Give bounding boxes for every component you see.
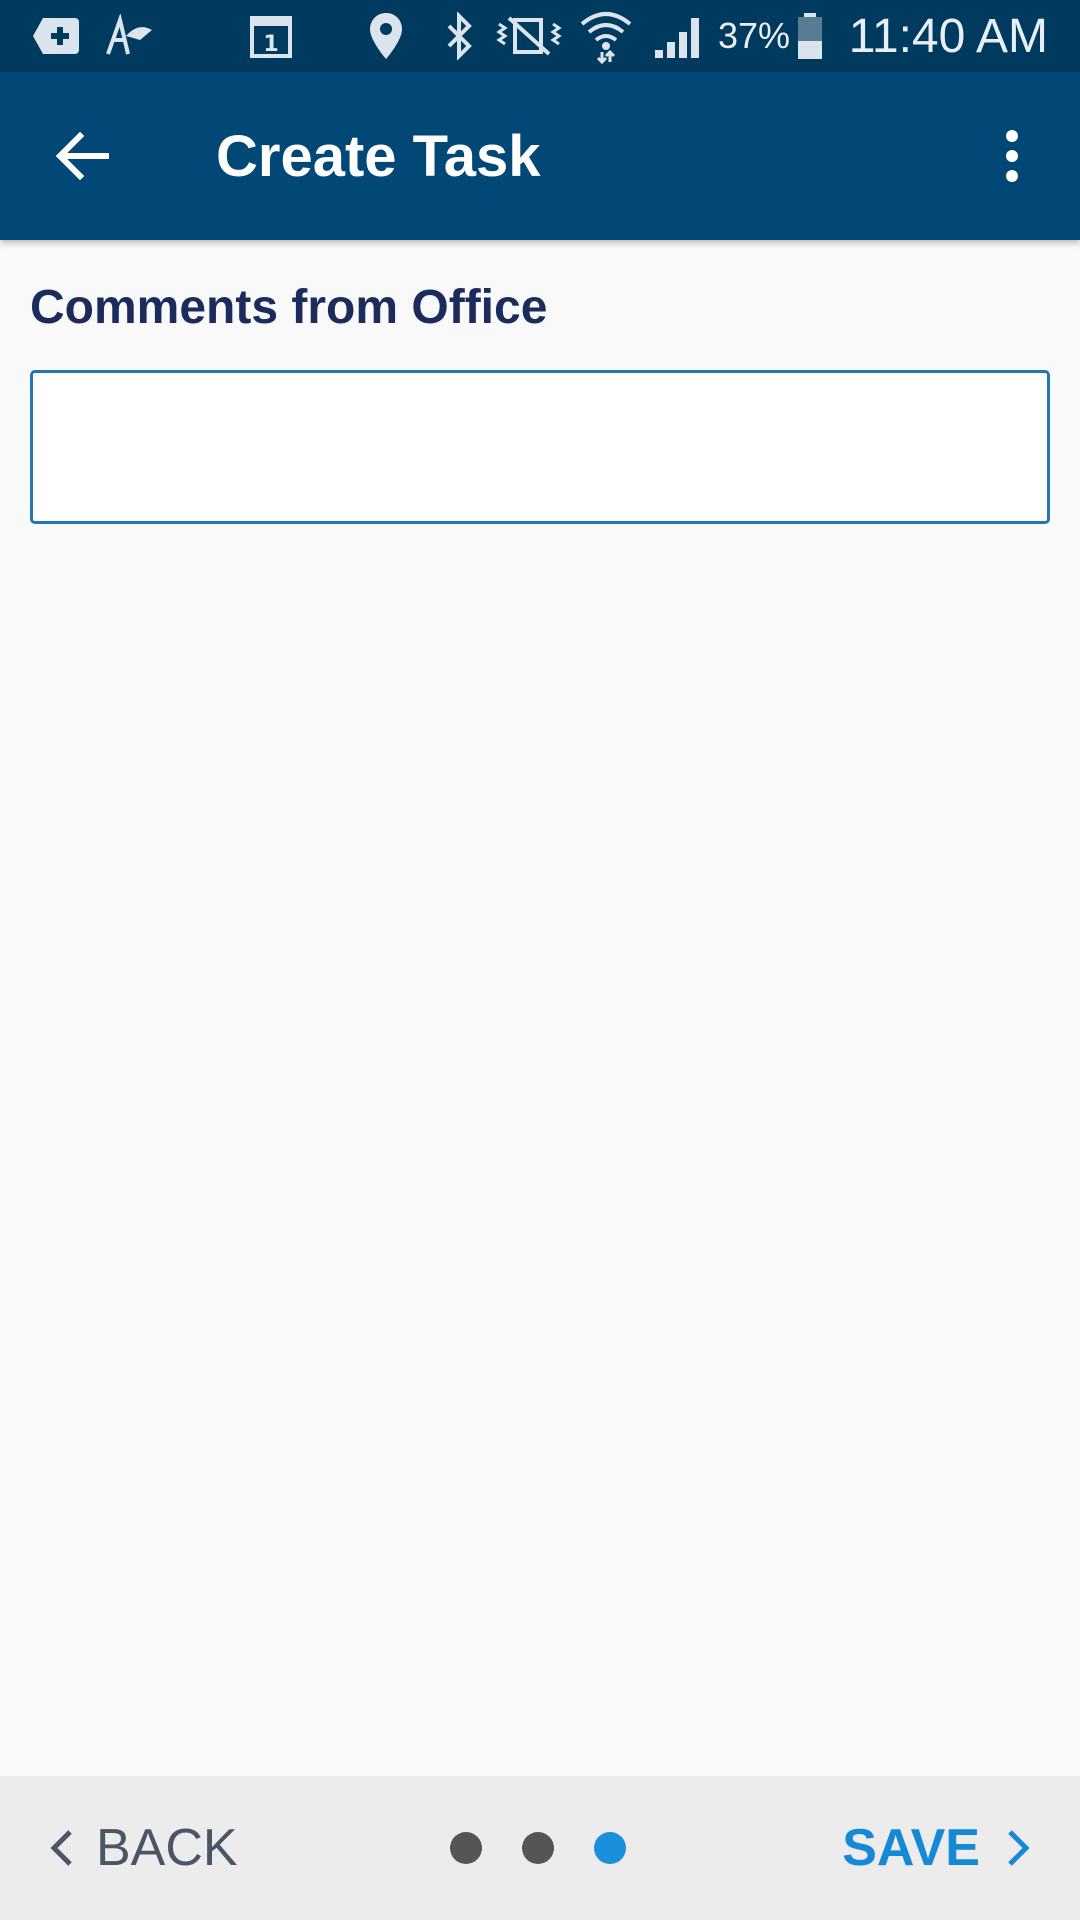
save-button-label: SAVE: [842, 1819, 980, 1877]
chevron-left-icon: [50, 1828, 74, 1868]
location-icon: [366, 0, 406, 72]
status-time: 11:40 AM: [848, 9, 1048, 63]
comments-input[interactable]: [30, 370, 1050, 524]
pen-icon: [100, 0, 160, 72]
chevron-right-icon: [1006, 1828, 1030, 1868]
back-button-label: BACK: [96, 1819, 238, 1877]
page-title: Create Task: [216, 123, 541, 189]
overflow-menu-icon[interactable]: [970, 114, 1054, 198]
back-button[interactable]: BACK: [50, 1776, 238, 1920]
bottom-nav-bar: BACK SAVE: [0, 1776, 1080, 1920]
page-indicator: [450, 1776, 626, 1920]
back-arrow-icon[interactable]: [40, 114, 124, 198]
save-button[interactable]: SAVE: [842, 1776, 1030, 1920]
page-dot-3: [594, 1832, 626, 1864]
page-dot-1: [450, 1832, 482, 1864]
signal-icon: [652, 0, 704, 72]
wifi-icon: [578, 0, 634, 72]
form-content: Comments from Office: [0, 240, 1080, 1776]
calendar-icon: 1: [246, 0, 296, 72]
battery-percent: 37%: [718, 15, 791, 56]
app-bar: Create Task: [0, 72, 1080, 240]
battery-icon: [794, 0, 826, 72]
status-bar: 1 37% 11:40 AM: [0, 0, 1080, 72]
bluetooth-icon: [440, 0, 480, 72]
page-dot-2: [522, 1832, 554, 1864]
add-photo-icon: [26, 0, 86, 72]
comments-label: Comments from Office: [30, 281, 548, 334]
vibrate-icon: [494, 0, 564, 72]
calendar-day: 1: [263, 32, 278, 57]
